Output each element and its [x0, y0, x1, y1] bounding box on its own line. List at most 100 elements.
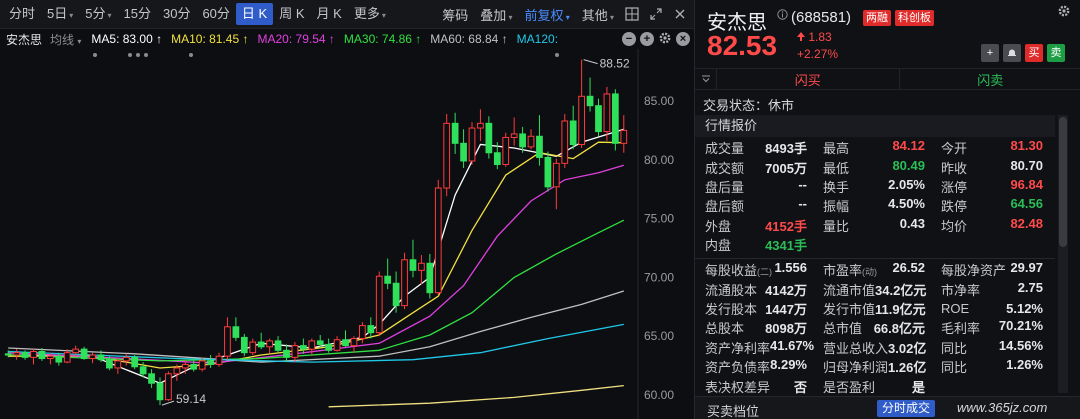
candle[interactable]	[367, 317, 375, 339]
flash-buy-button[interactable]: 闪买	[717, 69, 900, 89]
candle[interactable]	[426, 253, 434, 299]
tab-period-0[interactable]: 分时	[3, 3, 41, 25]
candle[interactable]	[620, 115, 628, 153]
candle[interactable]	[552, 158, 560, 210]
candle[interactable]	[274, 336, 282, 353]
candle[interactable]	[603, 86, 611, 141]
quote-value: 2.75	[1017, 279, 1043, 295]
buy-button[interactable]: 买	[1025, 44, 1043, 62]
expand-icon[interactable]	[646, 4, 666, 24]
tab-period-1[interactable]: 5日 ▾	[41, 3, 79, 25]
candle[interactable]	[392, 271, 400, 313]
alert-bell-icon[interactable]	[1003, 44, 1021, 62]
candle[interactable]	[375, 271, 383, 337]
tab-period-5[interactable]: 60分	[196, 3, 235, 25]
candle[interactable]	[409, 239, 417, 278]
adjust-button[interactable]: 前复权 ▾	[518, 5, 575, 24]
scrollbar[interactable]	[1058, 115, 1068, 393]
candle[interactable]	[595, 98, 602, 137]
scrollbar-thumb[interactable]	[1059, 117, 1067, 247]
candle[interactable]	[578, 59, 585, 149]
candle[interactable]	[224, 317, 231, 360]
close-circle-icon[interactable]: ×	[676, 32, 690, 46]
event-dot[interactable]	[144, 53, 148, 57]
candle[interactable]	[418, 255, 425, 285]
candle[interactable]	[291, 342, 299, 363]
zoom-out-icon[interactable]: −	[622, 32, 636, 46]
close-icon[interactable]	[670, 4, 690, 24]
candle[interactable]	[544, 151, 552, 192]
candle[interactable]	[207, 355, 214, 368]
candle[interactable]	[451, 112, 459, 154]
candle[interactable]	[333, 336, 341, 352]
tab-period-9[interactable]: 更多 ▾	[348, 3, 392, 25]
candle[interactable]	[325, 338, 333, 353]
candle[interactable]	[536, 115, 543, 166]
menu-icon[interactable]	[695, 69, 717, 89]
sell-button[interactable]: 卖	[1047, 44, 1065, 62]
candle-body	[510, 133, 518, 138]
ma-legend-item: MA60: 68.84 ↑	[430, 32, 508, 46]
candle[interactable]	[80, 346, 88, 360]
quote-value: 11.9亿元	[875, 301, 926, 317]
candle[interactable]	[468, 122, 476, 165]
event-dot[interactable]	[136, 53, 140, 57]
candle[interactable]	[510, 117, 518, 146]
candle[interactable]	[89, 352, 96, 364]
candle[interactable]	[283, 344, 290, 363]
tab-period-3[interactable]: 15分	[118, 3, 157, 25]
candle[interactable]	[384, 258, 392, 290]
event-dot[interactable]	[555, 53, 559, 57]
chip-button[interactable]: 筹码	[436, 5, 474, 24]
candle[interactable]	[477, 109, 484, 141]
candle[interactable]	[359, 322, 366, 344]
candle[interactable]	[460, 129, 467, 169]
tab-period-8[interactable]: 月 K	[311, 3, 348, 25]
candle[interactable]	[401, 252, 408, 310]
overlay-button[interactable]: 叠加 ▾	[474, 5, 518, 24]
tab-period-6[interactable]: 日 K	[235, 3, 274, 25]
event-dot[interactable]	[189, 53, 193, 57]
info-icon[interactable]	[777, 9, 788, 23]
candle[interactable]	[232, 317, 240, 341]
candlestick-chart[interactable]: 88.52 59.14 85.00 80.00 75.00 70.00 65.00 60.0…	[0, 49, 694, 419]
candle[interactable]	[165, 371, 172, 401]
event-dot[interactable]	[93, 53, 97, 57]
other-button[interactable]: 其他 ▾	[576, 5, 620, 24]
tab-period-7[interactable]: 周 K	[273, 3, 310, 25]
grid-layout-icon[interactable]	[622, 4, 642, 24]
candle[interactable]	[561, 113, 569, 169]
candle[interactable]	[443, 113, 451, 197]
flash-sell-button[interactable]: 闪卖	[900, 69, 1080, 89]
candle[interactable]	[13, 349, 21, 360]
candle[interactable]	[342, 330, 349, 347]
candle[interactable]	[350, 336, 358, 353]
candle[interactable]	[148, 369, 155, 388]
candle[interactable]	[485, 116, 493, 159]
add-watchlist-icon[interactable]: +	[981, 44, 999, 62]
candle[interactable]	[114, 358, 122, 374]
candle[interactable]	[434, 179, 442, 296]
candle[interactable]	[122, 353, 130, 366]
ma-type-selector[interactable]: 均线 ▾	[50, 31, 81, 48]
candle[interactable]	[249, 338, 257, 356]
candle[interactable]	[527, 129, 535, 150]
candle[interactable]	[215, 352, 223, 367]
candle[interactable]	[502, 132, 510, 167]
candle[interactable]	[257, 332, 265, 350]
candle[interactable]	[586, 77, 594, 112]
gear-icon[interactable]	[1057, 4, 1071, 21]
settings-icon[interactable]	[658, 31, 672, 48]
candle[interactable]	[611, 89, 619, 151]
candle[interactable]	[240, 333, 248, 357]
candle[interactable]	[131, 355, 139, 370]
candle[interactable]	[266, 338, 273, 354]
candle[interactable]	[30, 349, 37, 365]
tab-period-2[interactable]: 5分 ▾	[79, 3, 117, 25]
zoom-in-icon[interactable]: +	[640, 32, 654, 46]
tick-trades-button[interactable]: 分时成交	[877, 400, 936, 417]
candle[interactable]	[299, 338, 307, 354]
tab-period-4[interactable]: 30分	[157, 3, 196, 25]
candle[interactable]	[569, 105, 577, 150]
event-dot[interactable]	[128, 53, 132, 57]
